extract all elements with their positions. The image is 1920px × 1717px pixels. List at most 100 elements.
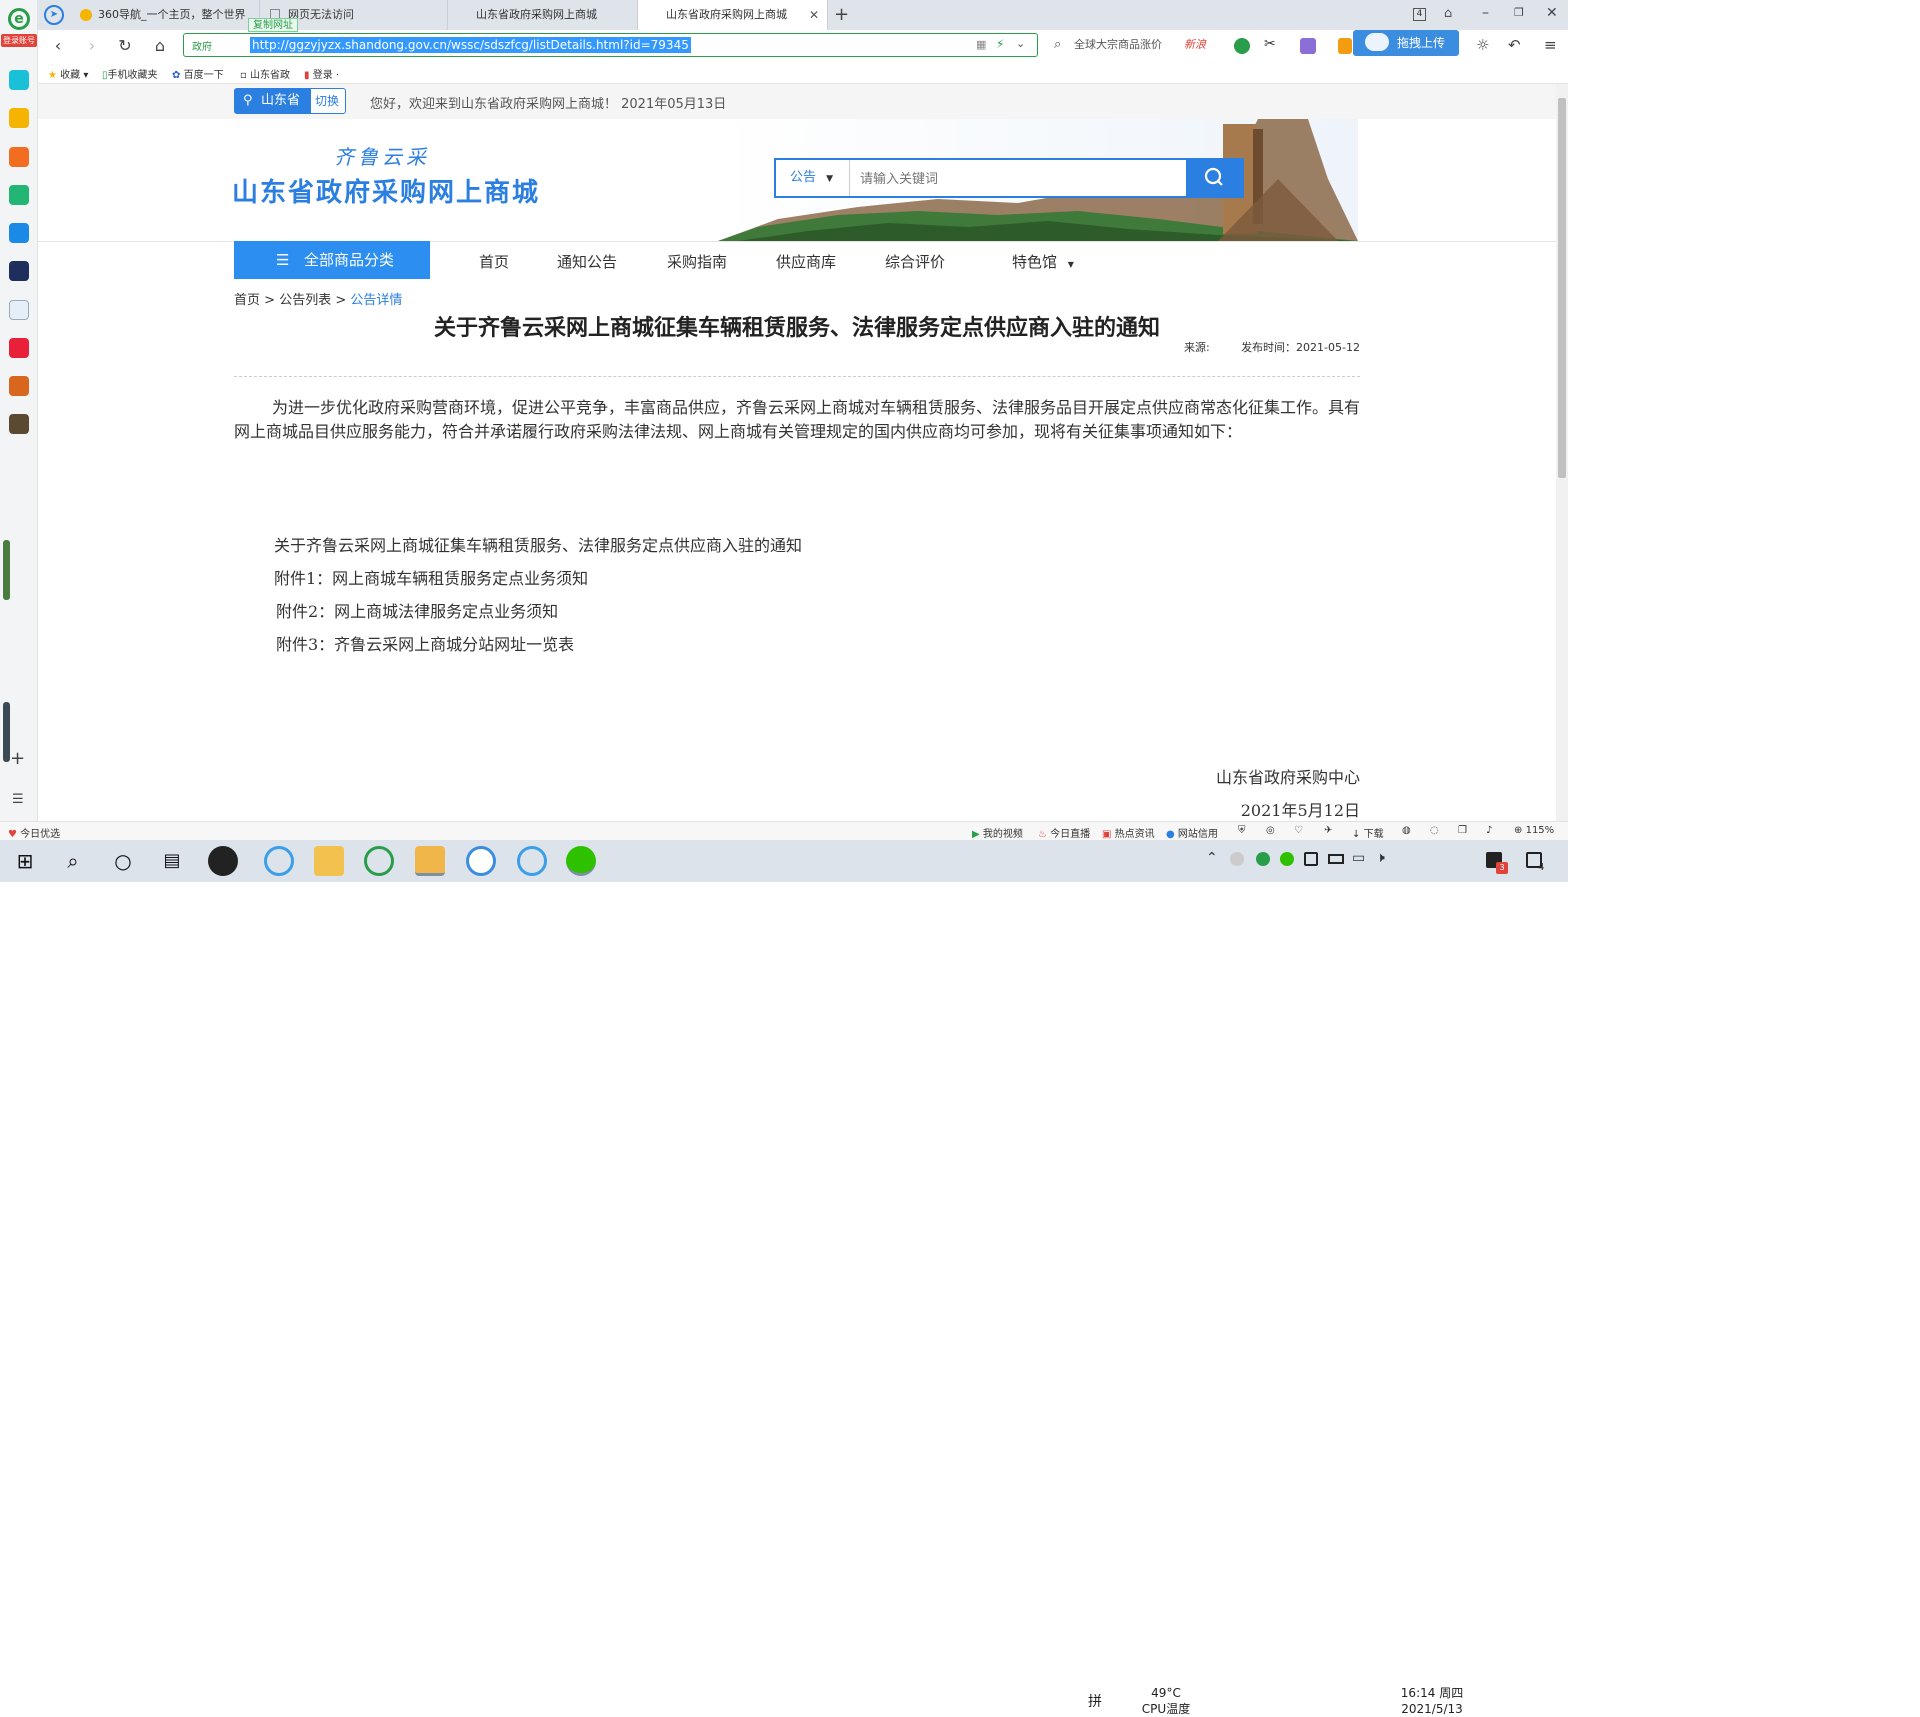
battery-icon[interactable] (1328, 854, 1344, 864)
brightness-icon[interactable]: ☼ (1476, 36, 1489, 54)
side-search-box[interactable]: ⌕ 全球大宗商品涨价 新浪 (1048, 33, 1228, 57)
sidebar-scroll-handle[interactable] (3, 540, 10, 600)
daily-picks[interactable]: ♥ 今日优选 (8, 825, 60, 840)
site-logo[interactable]: 山东省政府采购网上商城 (232, 172, 540, 209)
tray-icon-1[interactable] (1230, 852, 1244, 866)
p-app-icon[interactable] (9, 223, 29, 243)
region-selector[interactable]: ⚲ 山东省 切换 (234, 88, 346, 114)
nav-home[interactable]: 首页 (479, 251, 509, 272)
qr-icon[interactable]: ▦ (976, 38, 986, 51)
status-live[interactable]: ♨ 今日直播 (1038, 825, 1090, 840)
ime-indicator[interactable]: 拼 (1088, 1691, 1102, 1711)
cortana-icon[interactable]: ○ (108, 846, 138, 876)
zoom-level[interactable]: ⊕ 115% (1514, 825, 1554, 836)
volume-status-icon[interactable]: ♪ (1486, 825, 1492, 836)
tab-count-badge[interactable]: 4 (1413, 8, 1426, 21)
bookmark-mobile[interactable]: ▯手机收藏夹 (102, 66, 158, 81)
status-my-videos[interactable]: ▶ 我的视频 (972, 825, 1023, 840)
tab-mall-2[interactable]: 山东省政府采购网上商城 ✕ (638, 0, 828, 30)
tab-nav-icon[interactable]: ➤ (44, 5, 64, 25)
speed-mode-icon[interactable]: ⚡ (996, 37, 1004, 51)
restore-icon[interactable]: ❐ (1514, 6, 1524, 19)
scrollbar-thumb[interactable] (1558, 98, 1566, 478)
mail-icon[interactable] (9, 185, 29, 205)
wechat-ext-icon[interactable] (1234, 38, 1250, 54)
url-dropdown-icon[interactable]: ⌄ (1016, 37, 1025, 50)
bookmark-login[interactable]: ▮ 登录 · (304, 66, 339, 81)
minimize-icon[interactable]: – (1482, 5, 1489, 21)
nav-guide[interactable]: 采购指南 (667, 251, 727, 272)
game-launcher-icon[interactable] (415, 846, 445, 876)
file-explorer-icon[interactable] (314, 846, 344, 876)
page-scrollbar[interactable] (1556, 84, 1568, 821)
attachment-link[interactable]: 附件3：齐鲁云采网上商城分站网址一览表 (276, 631, 574, 655)
shield-ext-icon[interactable] (1338, 38, 1352, 54)
status-download[interactable]: ↓ 下载 (1352, 825, 1384, 840)
bookmark-favorites[interactable]: ★ 收藏 ▾ (48, 66, 88, 81)
copy-url-button[interactable]: 复制网址 (248, 18, 298, 32)
task-view-icon[interactable]: ▤ (157, 846, 187, 876)
ie-browser-2-icon[interactable] (517, 846, 547, 876)
tray-icon-4[interactable] (1304, 852, 1318, 866)
nav-featured[interactable]: 特色馆 ▼ (1012, 251, 1074, 272)
address-bar[interactable]: 政府 http://ggzyjyzx.shandong.gov.cn/wssc/… (183, 33, 1038, 57)
translate-icon[interactable] (1300, 38, 1316, 54)
system-clock[interactable]: 16:14 周四 2021/5/13 (1392, 1685, 1472, 1717)
weibo-icon[interactable] (9, 147, 29, 167)
browser-logo-icon[interactable]: e (8, 8, 30, 30)
news-app-icon[interactable] (9, 261, 29, 281)
bookmark-baidu[interactable]: ✿ 百度一下 (172, 66, 224, 81)
nav-suppliers[interactable]: 供应商库 (776, 251, 836, 272)
all-categories-button[interactable]: ☰ 全部商品分类 (234, 241, 430, 279)
attachment-link[interactable]: 附件1：网上商城车辆租赁服务定点业务须知 (274, 565, 588, 589)
shopping-app-icon[interactable] (9, 338, 29, 358)
bookmark-shandong[interactable]: ▫ 山东省政 (240, 66, 290, 81)
wechat-icon[interactable] (566, 846, 596, 876)
add-icon[interactable]: + (10, 748, 25, 769)
reload-icon[interactable]: ↻ (115, 36, 135, 56)
attachment-link[interactable]: 关于齐鲁云采网上商城征集车辆租赁服务、法律服务定点供应商入驻的通知 (274, 532, 802, 556)
network-icon[interactable]: ▭ (1352, 850, 1365, 866)
plus-circle-icon[interactable] (9, 70, 29, 90)
close-window-icon[interactable]: ✕ (1546, 5, 1558, 21)
game2-app-icon[interactable] (9, 414, 29, 434)
document-app-icon[interactable] (9, 300, 29, 320)
status-hot-news[interactable]: ▣ 热点资讯 (1102, 825, 1155, 840)
nav-notices[interactable]: 通知公告 (557, 251, 617, 272)
star-icon[interactable] (9, 108, 29, 128)
breadcrumb-current[interactable]: 公告详情 (350, 293, 402, 308)
nav-evaluation[interactable]: 综合评价 (885, 251, 945, 272)
cpu-temperature[interactable]: 49°C CPU温度 (1130, 1685, 1202, 1717)
menu-list-icon[interactable]: ☰ (12, 792, 24, 807)
attachment-link[interactable]: 附件2：网上商城法律服务定点业务须知 (276, 598, 558, 622)
tray-icon-2[interactable] (1256, 852, 1270, 866)
undo-icon[interactable]: ↶ (1508, 36, 1521, 54)
forward-icon[interactable]: › (82, 36, 102, 56)
breadcrumb-list[interactable]: 公告列表 (279, 293, 331, 308)
main-menu-icon[interactable]: ≡ (1544, 36, 1557, 54)
tab-mall-1[interactable]: 山东省政府采购网上商城 (448, 0, 638, 30)
status-icon-6[interactable]: ◌ (1430, 825, 1439, 836)
back-icon[interactable]: ‹ (48, 36, 68, 56)
360-browser-icon[interactable] (364, 846, 394, 876)
login-account-badge[interactable]: 登录账号 (1, 34, 37, 47)
skin-icon[interactable]: ⌂ (1444, 6, 1452, 21)
status-icon-2[interactable]: ◎ (1266, 825, 1275, 836)
home-icon[interactable]: ⌂ (150, 36, 170, 56)
status-icon-3[interactable]: ♡ (1294, 825, 1303, 836)
shield-status-icon[interactable]: ⛨ (1238, 825, 1246, 836)
search-category-select[interactable]: 公告 ▼ (776, 160, 850, 196)
volume-icon[interactable]: 🕨 (1376, 850, 1385, 866)
status-icon-7[interactable]: ❐ (1458, 825, 1467, 836)
drag-upload-button[interactable]: 拖拽上传 (1353, 30, 1459, 56)
tray-expand-icon[interactable]: ⌃ (1206, 850, 1218, 866)
scissors-icon[interactable]: ✂ (1264, 36, 1276, 52)
sidebar-scroll-handle-2[interactable] (3, 702, 10, 762)
status-icon-5[interactable]: ◍ (1402, 825, 1411, 836)
game-app-icon[interactable] (9, 376, 29, 396)
search-input[interactable] (860, 160, 1150, 196)
breadcrumb-home[interactable]: 首页 (234, 293, 260, 308)
new-tab-icon[interactable]: + (834, 4, 849, 25)
switch-region-link[interactable]: 切换 (315, 89, 339, 113)
close-tab-icon[interactable]: ✕ (809, 0, 819, 30)
